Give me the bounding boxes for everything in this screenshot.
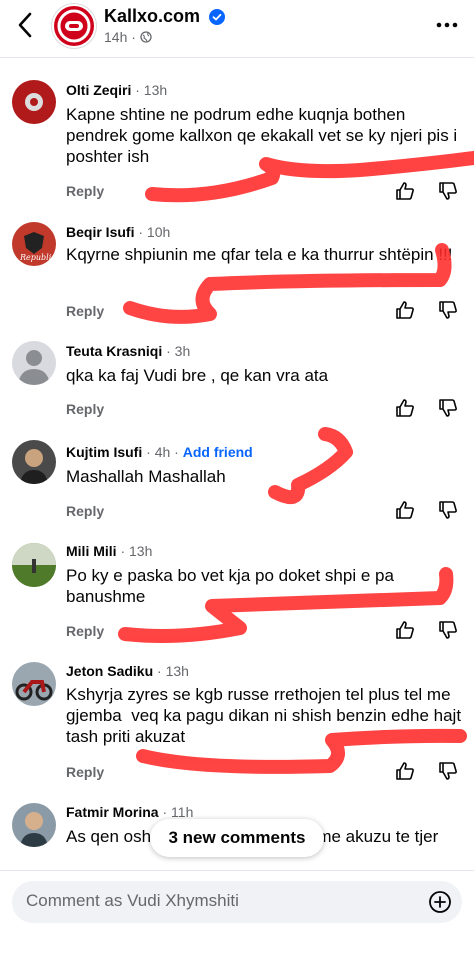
avatar-image	[20, 449, 48, 484]
reply-button[interactable]: Reply	[66, 623, 104, 639]
reply-button[interactable]: Reply	[66, 183, 104, 199]
commenter-name-text[interactable]: Jeton Sadiku	[66, 663, 153, 679]
comment-input[interactable]: Comment as Vudi Xhymshiti	[12, 881, 462, 923]
thumbs-down-icon[interactable]	[437, 499, 459, 521]
commenter-name[interactable]: Jeton Sadiku · 13h	[66, 663, 189, 679]
thumbs-up-icon[interactable]	[394, 397, 416, 419]
comment-input-placeholder[interactable]: Comment as Vudi Xhymshiti	[26, 891, 239, 911]
avatar[interactable]	[12, 341, 56, 385]
avatar[interactable]	[12, 543, 56, 587]
commenter-name[interactable]: Olti Zeqiri · 13h	[66, 82, 167, 98]
comment-time: 10h	[146, 224, 171, 240]
commenter-name-text[interactable]: Olti Zeqiri	[66, 82, 131, 98]
thumbs-down-icon[interactable]	[437, 619, 459, 641]
default-avatar-icon	[18, 350, 50, 385]
reply-button[interactable]: Reply	[66, 764, 104, 780]
page-name[interactable]: Kallxo.com	[104, 6, 226, 27]
reply-button[interactable]: Reply	[66, 303, 104, 319]
comment-time: 4h	[154, 444, 171, 460]
thumbs-down-icon[interactable]	[437, 180, 459, 202]
globe-icon	[140, 31, 152, 43]
comment-text: Mashallah Mashallah	[66, 467, 226, 486]
avatar-image	[12, 543, 56, 587]
avatar[interactable]	[12, 440, 56, 484]
add-friend-link[interactable]: Add friend	[183, 444, 253, 460]
thumbs-down-icon[interactable]	[437, 760, 459, 782]
avatar[interactable]: Republi	[12, 222, 56, 266]
commenter-name-text[interactable]: Teuta Krasniqi	[66, 343, 162, 359]
kallxo-logo-icon	[57, 9, 91, 43]
avatar-image	[15, 680, 53, 701]
commenter-name[interactable]: Teuta Krasniqi · 3h	[66, 343, 190, 359]
comment-time: 13h	[143, 82, 168, 98]
commenter-name-text[interactable]: Kujtim Isufi	[66, 444, 142, 460]
thumbs-down-icon[interactable]	[437, 299, 459, 321]
comment-time: 13h	[165, 663, 189, 679]
svg-text:Republi: Republi	[19, 253, 52, 262]
thumbs-down-icon[interactable]	[437, 397, 459, 419]
commenter-name[interactable]: Kujtim Isufi · 4h · Add friend	[66, 444, 253, 460]
commenter-name-text[interactable]: Mili Mili	[66, 543, 117, 559]
comment-time: 3h	[174, 343, 191, 359]
commenter-name[interactable]: Fatmir Morina · 11h	[66, 804, 193, 820]
back-arrow-icon[interactable]	[14, 10, 38, 40]
avatar[interactable]	[12, 662, 56, 706]
reply-button[interactable]: Reply	[66, 401, 104, 417]
thumbs-up-icon[interactable]	[394, 299, 416, 321]
commenter-name[interactable]: Beqir Isufi · 10h	[66, 224, 170, 240]
avatar[interactable]	[12, 803, 56, 847]
thumbs-up-icon[interactable]	[394, 499, 416, 521]
commenter-name-text[interactable]: Fatmir Morina	[66, 804, 159, 820]
add-attachment-icon[interactable]	[428, 890, 452, 914]
avatar-image	[25, 93, 43, 111]
comment-text: qka ka faj Vudi bre , qe kan vra ata	[66, 366, 329, 385]
comment-text: Po ky e paska bo vet kja po doket shpi e…	[66, 566, 399, 606]
comment-text: Kshyrja zyres se kgb russe rrethojen tel…	[66, 685, 466, 746]
reply-button[interactable]: Reply	[66, 503, 104, 519]
new-comments-pill[interactable]: 3 new comments	[150, 819, 324, 857]
commenter-name[interactable]: Mili Mili · 13h	[66, 543, 152, 559]
page-name-text[interactable]: Kallxo.com	[104, 6, 200, 26]
avatar-image: Republi	[19, 232, 52, 262]
page-avatar[interactable]	[52, 4, 96, 48]
comment-composer: Comment as Vudi Xhymshiti	[0, 870, 474, 963]
thumbs-up-icon[interactable]	[394, 760, 416, 782]
comment-time: 11h	[171, 804, 194, 820]
post-header: Kallxo.com 14h ·	[0, 0, 474, 58]
thumbs-up-icon[interactable]	[394, 619, 416, 641]
more-options-icon[interactable]	[434, 12, 460, 38]
comment-text: Kqyrne shpiunin me qfar tela e ka thurru…	[66, 245, 453, 264]
post-time: 14h	[104, 29, 128, 45]
avatar-image	[20, 812, 48, 847]
thumbs-up-icon[interactable]	[394, 180, 416, 202]
commenter-name-text[interactable]: Beqir Isufi	[66, 224, 134, 240]
comment-text: Kapne shtine ne podrum edhe kuqnja bothe…	[66, 105, 462, 166]
avatar[interactable]	[12, 80, 56, 124]
post-meta: 14h ·	[104, 29, 152, 45]
comment-time: 13h	[129, 543, 153, 559]
verified-badge-icon	[209, 9, 226, 26]
